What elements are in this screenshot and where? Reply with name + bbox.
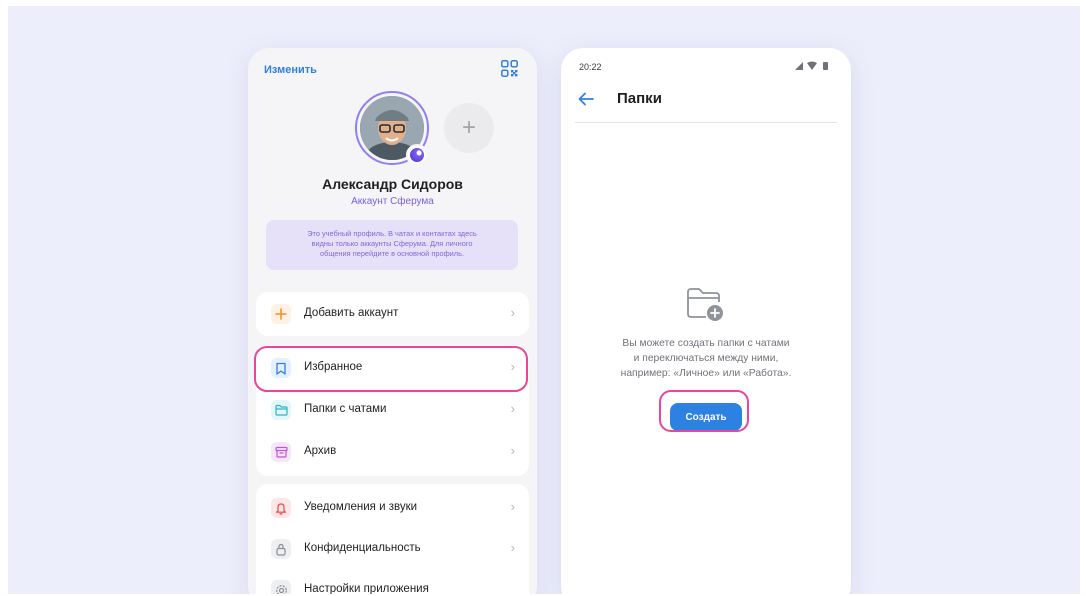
menu-item-chat-folders[interactable]: Папки с чатами › [256, 390, 529, 430]
menu-item-app-settings[interactable]: Настройки приложения [256, 570, 529, 594]
add-photo-button[interactable]: + [444, 103, 494, 153]
create-folder-button[interactable]: Создать [670, 403, 742, 431]
bell-icon [271, 498, 291, 518]
empty-state-line: и переключаться между ними, [633, 353, 779, 364]
edit-profile-link[interactable]: Изменить [264, 64, 317, 76]
settings-card: Уведомления и звуки › Конфиденциальность… [256, 484, 529, 594]
user-name: Александр Сидоров [322, 176, 463, 192]
folders-phone: 20:22 Папки Вы можете создать папки с ча… [561, 48, 851, 594]
notice-line: Это учебный профиль. В чатах и контактах… [307, 229, 477, 238]
archive-box-icon [271, 442, 291, 462]
account-type: Аккаунт Сферума [351, 196, 434, 207]
menu-item-label: Добавить аккаунт [304, 307, 399, 319]
bookmark-icon [271, 358, 291, 378]
menu-item-archive[interactable]: Архив › [256, 432, 529, 472]
profile-notice: Это учебный профиль. В чатах и контактах… [266, 220, 518, 270]
chevron-right-icon: › [510, 401, 515, 416]
empty-state-line: например: «Личное» или «Работа». [620, 368, 792, 379]
qr-code-icon[interactable] [501, 60, 518, 77]
empty-state-line: Вы можете создать папки с чатами [622, 338, 790, 349]
menu-item-label: Конфиденциальность [304, 542, 421, 554]
menu-item-add-account[interactable]: Добавить аккаунт › [256, 294, 529, 334]
plus-icon [271, 304, 291, 324]
empty-state-text: Вы можете создать папки с чатами и перек… [581, 336, 831, 381]
profile-phone: Изменить + Александр Сидоров Аккаунт Сфе… [248, 48, 537, 594]
profile-header: Изменить + Александр Сидоров Аккаунт Сфе… [248, 48, 537, 282]
sferum-badge-icon [406, 144, 428, 166]
menu-item-label: Настройки приложения [304, 583, 429, 594]
chevron-right-icon: › [510, 540, 515, 555]
menu-item-label: Уведомления и звуки [304, 501, 418, 513]
menu-item-favorites[interactable]: Избранное › [256, 348, 529, 388]
chevron-right-icon: › [510, 443, 515, 458]
chevron-right-icon: › [510, 305, 515, 320]
account-card: Добавить аккаунт › [256, 292, 529, 336]
notice-line: видны только аккаунты Сферума. Для лично… [311, 239, 473, 248]
chats-card: Избранное › Папки с чатами › Архив › [256, 345, 529, 476]
menu-item-privacy[interactable]: Конфиденциальность › [256, 529, 529, 569]
notice-line: общения перейдите в основной профиль. [319, 249, 464, 258]
menu-item-label: Избранное [304, 361, 363, 373]
status-bar-icons [795, 61, 828, 70]
header-divider [575, 122, 837, 123]
status-time: 20:22 [579, 62, 602, 72]
menu-item-notifications[interactable]: Уведомления и звуки › [256, 488, 529, 528]
screenshot-stage: Изменить + Александр Сидоров Аккаунт Сфе… [8, 6, 1080, 594]
chevron-right-icon: › [510, 499, 515, 514]
folder-icon [271, 400, 291, 420]
chevron-right-icon: › [510, 359, 515, 374]
lock-icon [271, 539, 291, 559]
menu-item-label: Архив [304, 445, 337, 457]
gear-icon [271, 580, 291, 594]
menu-item-label: Папки с чатами [304, 403, 387, 415]
page-title: Папки [617, 90, 662, 107]
arrow-left-icon[interactable] [577, 90, 595, 108]
folder-add-icon [687, 288, 723, 321]
